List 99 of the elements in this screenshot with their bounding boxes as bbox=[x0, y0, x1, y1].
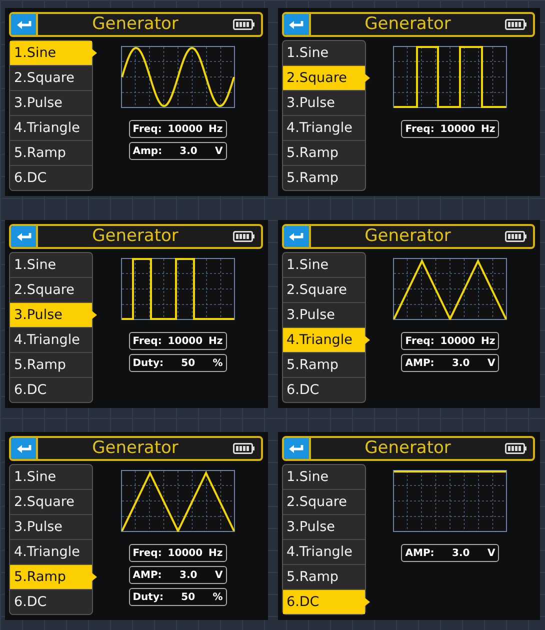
menu-item[interactable]: 2.Square bbox=[282, 490, 364, 515]
menu-item[interactable]: 4.Triangle bbox=[10, 116, 92, 141]
parameter-value: 10000 bbox=[440, 334, 476, 348]
parameter-unit: V bbox=[488, 356, 496, 370]
parameter-unit: Hz bbox=[208, 334, 223, 348]
menu-item[interactable]: 5.Ramp bbox=[282, 141, 364, 166]
parameter-field[interactable]: Freq: 10000 Hz bbox=[401, 332, 500, 350]
return-arrow-icon bbox=[288, 232, 304, 242]
battery-icon bbox=[505, 231, 527, 242]
return-arrow-icon bbox=[16, 444, 32, 454]
screen-title: Generator bbox=[91, 440, 180, 457]
parameter-value: 3.0 bbox=[180, 568, 198, 582]
parameter-label: Amp: bbox=[132, 144, 162, 158]
back-button[interactable] bbox=[284, 14, 310, 35]
parameter-value: 10000 bbox=[440, 122, 476, 136]
parameter-value: 10000 bbox=[168, 122, 203, 136]
battery-icon bbox=[232, 443, 254, 454]
menu-item[interactable]: 6.DC bbox=[10, 378, 92, 402]
menu-item[interactable]: 6.DC bbox=[282, 378, 364, 402]
parameter-unit: Hz bbox=[481, 334, 496, 348]
menu-item[interactable]: 3.Pulse bbox=[282, 91, 364, 116]
menu-item[interactable]: 2.Square bbox=[10, 66, 92, 91]
back-button[interactable] bbox=[11, 14, 38, 35]
back-button[interactable] bbox=[284, 226, 310, 247]
parameter-label: Freq: bbox=[405, 122, 434, 136]
menu-item[interactable]: 1.Sine bbox=[282, 253, 364, 278]
menu-item[interactable]: 2.Square bbox=[282, 278, 364, 303]
menu-item[interactable]: 5.Ramp bbox=[10, 141, 92, 166]
parameter-label: Freq: bbox=[132, 334, 162, 348]
parameter-field[interactable]: Duty: 50 % bbox=[128, 588, 227, 606]
parameter-field[interactable]: Freq: 10000 Hz bbox=[128, 332, 227, 350]
parameter-label: AMP: bbox=[405, 546, 434, 560]
parameter-field[interactable]: AMP: 3.0 V bbox=[401, 544, 500, 562]
return-arrow-icon bbox=[288, 444, 304, 454]
return-arrow-icon bbox=[16, 232, 32, 242]
menu-item[interactable]: 4.Triangle bbox=[282, 540, 364, 565]
battery-icon bbox=[505, 443, 527, 454]
back-button[interactable] bbox=[284, 438, 310, 459]
parameter-value: 50 bbox=[181, 590, 196, 604]
parameter-unit: Hz bbox=[208, 546, 223, 560]
parameter-unit: V bbox=[215, 568, 223, 582]
parameter-field[interactable]: AMP: 3.0 V bbox=[401, 354, 500, 372]
menu-item[interactable]: 2.Square bbox=[10, 490, 92, 515]
menu-item[interactable]: 3.Pulse bbox=[282, 515, 364, 540]
parameter-field[interactable]: Freq: 10000 Hz bbox=[128, 120, 227, 138]
parameter-value: 50 bbox=[181, 356, 196, 370]
pointer-icon bbox=[364, 336, 370, 344]
parameter-field[interactable]: Freq: 10000 Hz bbox=[401, 120, 500, 138]
parameter-label: AMP: bbox=[405, 356, 434, 370]
parameter-label: Freq: bbox=[405, 334, 434, 348]
parameter-field[interactable]: AMP: 3.0 V bbox=[128, 566, 227, 584]
battery-icon bbox=[232, 231, 254, 242]
parameter-field[interactable]: Duty: 50 % bbox=[128, 354, 227, 372]
parameter-label: Freq: bbox=[132, 122, 162, 136]
parameter-unit: Hz bbox=[208, 122, 223, 136]
screen-title: Generator bbox=[91, 16, 180, 33]
screen-title: Generator bbox=[91, 228, 180, 245]
back-button[interactable] bbox=[11, 438, 38, 459]
parameter-value: 3.0 bbox=[452, 546, 470, 560]
menu-item[interactable]: 3.Pulse bbox=[10, 91, 92, 116]
parameter-label: Duty: bbox=[132, 590, 164, 604]
parameter-label: Freq: bbox=[132, 546, 162, 560]
battery-icon bbox=[232, 19, 254, 30]
pointer-icon bbox=[92, 311, 97, 319]
parameter-value: 3.0 bbox=[180, 144, 198, 158]
battery-icon bbox=[505, 19, 527, 30]
pointer-icon bbox=[92, 49, 97, 57]
pointer-icon bbox=[364, 74, 370, 82]
pointer-icon bbox=[92, 573, 97, 581]
parameter-field[interactable]: Amp: 3.0 V bbox=[128, 142, 227, 160]
menu-item[interactable]: 4.Triangle bbox=[282, 116, 364, 141]
return-arrow-icon bbox=[16, 20, 32, 30]
parameter-unit: % bbox=[212, 590, 223, 604]
parameter-value: 10000 bbox=[168, 334, 203, 348]
screen-title: Generator bbox=[364, 16, 452, 33]
parameter-field[interactable]: Freq: 10000 Hz bbox=[128, 544, 227, 562]
parameter-value: 3.0 bbox=[452, 356, 470, 370]
menu-item[interactable]: 5.Ramp bbox=[10, 353, 92, 378]
menu-item[interactable]: 1.Sine bbox=[10, 465, 92, 490]
menu-item[interactable]: 5.Ramp bbox=[282, 166, 364, 190]
back-button[interactable] bbox=[11, 226, 38, 247]
menu-item[interactable]: 3.Pulse bbox=[10, 515, 92, 540]
parameter-value: 10000 bbox=[168, 546, 203, 560]
menu-item[interactable]: 4.Triangle bbox=[10, 328, 92, 353]
parameter-label: Duty: bbox=[132, 356, 164, 370]
parameter-unit: Hz bbox=[481, 122, 496, 136]
parameter-unit: % bbox=[212, 356, 223, 370]
parameter-unit: V bbox=[488, 546, 496, 560]
parameter-label: AMP: bbox=[132, 568, 162, 582]
pointer-icon bbox=[364, 598, 370, 606]
screen-title: Generator bbox=[364, 228, 452, 245]
menu-item[interactable]: 1.Sine bbox=[10, 253, 92, 278]
parameter-unit: V bbox=[214, 144, 223, 158]
return-arrow-icon bbox=[288, 20, 304, 30]
menu-item[interactable]: 1.Sine bbox=[282, 465, 364, 490]
screen-title: Generator bbox=[364, 440, 452, 457]
menu-item[interactable]: 6.DC bbox=[10, 590, 92, 614]
menu-item[interactable]: 6.DC bbox=[10, 166, 92, 190]
menu-item[interactable]: 5.Ramp bbox=[282, 353, 364, 378]
